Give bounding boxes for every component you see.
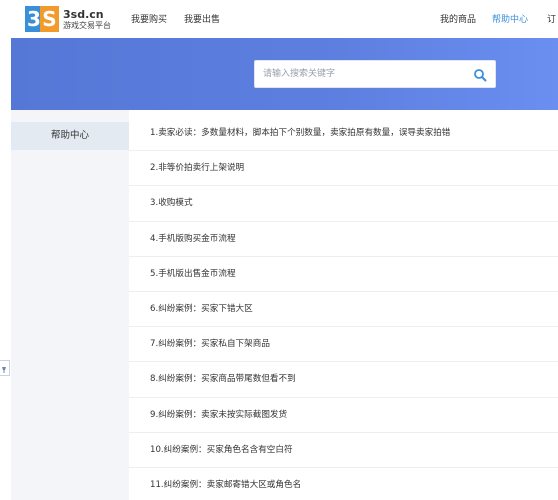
logo-text: 3sd.cn 游戏交易平台 xyxy=(63,9,111,30)
nav-orders-link[interactable]: 订 xyxy=(547,12,556,25)
pin-icon[interactable] xyxy=(0,360,10,376)
search-box xyxy=(254,60,496,88)
logo-mark-s: S xyxy=(40,6,59,32)
sidebar: 帮助中心 xyxy=(11,110,129,500)
site-logo[interactable]: 3 S 3sd.cn 游戏交易平台 xyxy=(25,6,111,32)
nav-help-link[interactable]: 帮助中心 xyxy=(492,12,528,25)
list-item[interactable]: 10.纠纷案例：买家角色名含有空白符 xyxy=(129,433,558,468)
logo-mark: 3 S xyxy=(25,6,59,32)
sidebar-item-help-center[interactable]: 帮助中心 xyxy=(11,122,129,150)
search-input[interactable] xyxy=(263,61,463,87)
list-item[interactable]: 6.纠纷案例：买家下错大区 xyxy=(129,292,558,328)
list-item[interactable]: 9.纠纷案例：卖家未按实际截图发货 xyxy=(129,398,558,433)
nav-sell-link[interactable]: 我要出售 xyxy=(184,12,220,25)
logo-subtitle: 游戏交易平台 xyxy=(63,20,111,30)
help-article-list: 1.卖家必读：多数量材料，脚本拍下个别数量，卖家拍原有数量，误导卖家拍错 2.非… xyxy=(129,116,558,500)
top-navigation: 3 S 3sd.cn 游戏交易平台 我要购买 我要出售 我的商品 帮助中心 订 xyxy=(0,0,558,38)
search-icon[interactable] xyxy=(473,67,487,82)
list-item[interactable]: 1.卖家必读：多数量材料，脚本拍下个别数量，卖家拍原有数量，误导卖家拍错 xyxy=(129,116,558,152)
list-item[interactable]: 11.纠纷案例：卖家邮寄错大区或角色名 xyxy=(129,468,558,500)
nav-buy-link[interactable]: 我要购买 xyxy=(131,12,167,25)
list-item[interactable]: 4.手机版购买金币流程 xyxy=(129,222,558,257)
list-item[interactable]: 8.纠纷案例：买家商品带尾数但看不到 xyxy=(129,362,558,398)
list-item[interactable]: 3.收购模式 xyxy=(129,186,558,222)
nav-my-goods-link[interactable]: 我的商品 xyxy=(440,12,476,25)
logo-domain: 3sd.cn xyxy=(63,7,104,21)
list-item[interactable]: 5.手机版出售金币流程 xyxy=(129,257,558,292)
list-item[interactable]: 7.纠纷案例：买家私自下架商品 xyxy=(129,327,558,363)
list-item[interactable]: 2.非等价拍卖行上架说明 xyxy=(129,151,558,187)
